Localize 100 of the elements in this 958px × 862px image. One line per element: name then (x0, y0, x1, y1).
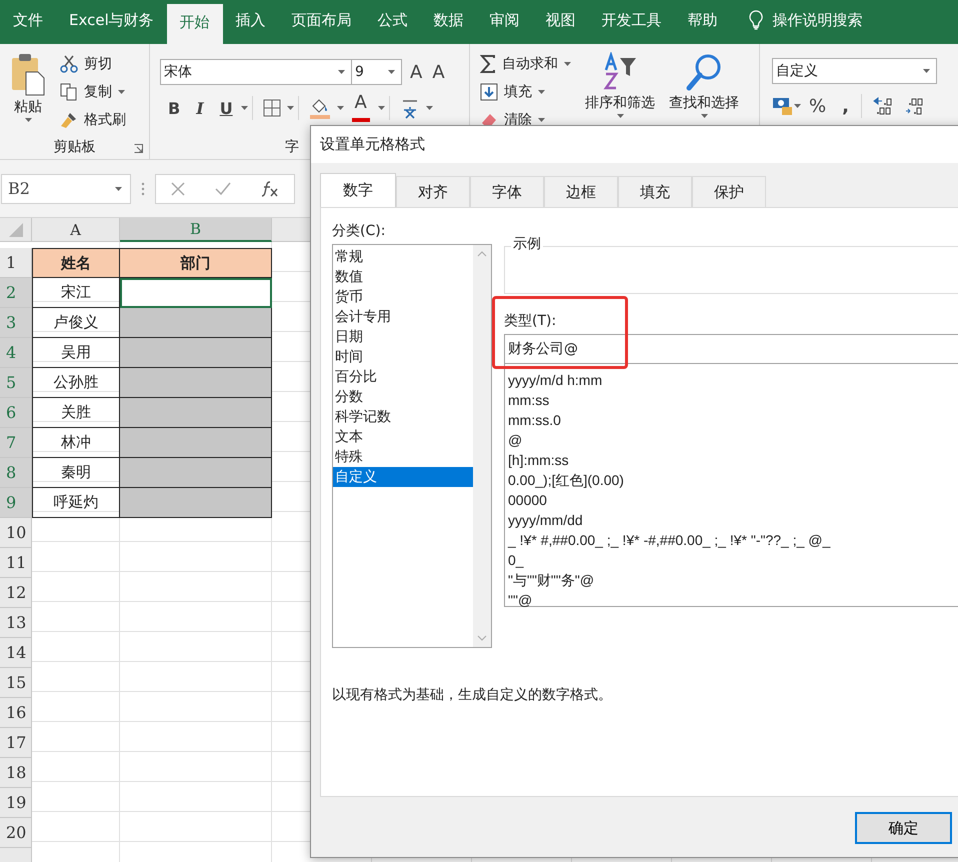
search-hint[interactable]: 操作说明搜索 (772, 10, 863, 30)
table-cell[interactable] (120, 398, 272, 428)
row-header[interactable]: 20 (0, 818, 32, 848)
category-item[interactable]: 特殊 (333, 447, 473, 467)
ribbon-tab[interactable]: Excel与财务 (56, 0, 167, 40)
increase-decimal-icon[interactable] (872, 96, 894, 116)
ribbon-tab[interactable]: 文件 (0, 0, 56, 40)
table-cell[interactable] (120, 338, 272, 368)
format-item[interactable]: yyyy/mm/dd (508, 510, 958, 530)
format-item[interactable]: yyyy/m/d h:mm (508, 370, 958, 390)
font-size-field[interactable]: 9 (352, 59, 402, 85)
fill-button[interactable]: 填充 (476, 78, 575, 106)
row-header[interactable]: 3 (0, 308, 32, 338)
clear-button[interactable]: 清除 (476, 106, 575, 134)
category-item[interactable]: 日期 (333, 327, 473, 347)
ribbon-tab[interactable]: 公式 (364, 0, 421, 40)
row-header[interactable]: 17 (0, 728, 32, 758)
sort-filter-button[interactable]: 排序和筛选 (581, 50, 659, 159)
category-item[interactable]: 科学记数 (333, 407, 473, 427)
row-header[interactable]: 4 (0, 338, 32, 368)
row-header[interactable]: 15 (0, 668, 32, 698)
autosum-button[interactable]: 自动求和 (476, 50, 575, 78)
format-item[interactable]: _ !¥* #,##0.00_ ;_ !¥* -#,##0.00_ ;_ !¥* "-"??_ ;_ @_ (508, 530, 958, 550)
table-cell[interactable] (120, 488, 272, 518)
row-header[interactable]: 18 (0, 758, 32, 788)
format-item[interactable]: 00000 (508, 490, 958, 510)
function-icon[interactable] (261, 180, 279, 196)
row-header[interactable]: 9 (0, 488, 32, 518)
category-item[interactable]: 货币 (333, 287, 473, 307)
number-format-field[interactable]: 自定义 (772, 58, 937, 84)
bold-button[interactable]: B (160, 94, 188, 122)
dialog-launcher-icon[interactable] (134, 144, 143, 153)
table-cell[interactable] (120, 458, 272, 488)
row-header[interactable]: 16 (0, 698, 32, 728)
dialog-tab[interactable]: 对齐 (396, 176, 470, 207)
column-header[interactable]: A (32, 218, 120, 242)
category-item[interactable]: 百分比 (333, 367, 473, 387)
row-header[interactable]: 8 (0, 458, 32, 488)
type-field[interactable]: 财务公司@ (504, 334, 958, 364)
ribbon-tab[interactable]: 开发工具 (588, 0, 675, 40)
find-select-button[interactable]: 查找和选择 (665, 50, 743, 159)
row-header[interactable]: 12 (0, 578, 32, 608)
format-item[interactable]: [h]:mm:ss (508, 450, 958, 470)
format-item[interactable]: ""@ (508, 590, 958, 610)
comma-button[interactable]: , (834, 92, 857, 120)
ribbon-tab[interactable]: 开始 (166, 4, 223, 44)
table-cell[interactable] (120, 428, 272, 458)
category-item[interactable]: 自定义 (333, 467, 473, 487)
font-name-field[interactable]: 宋体 (160, 59, 352, 85)
font-color-button[interactable]: A (344, 94, 378, 122)
table-cell[interactable] (120, 368, 272, 398)
category-item[interactable]: 常规 (333, 247, 473, 267)
category-item[interactable]: 文本 (333, 427, 473, 447)
ribbon-tab[interactable]: 视图 (532, 0, 589, 40)
column-header[interactable]: B (120, 218, 272, 242)
row-header[interactable]: 11 (0, 548, 32, 578)
borders-icon[interactable] (262, 99, 281, 117)
format-item[interactable]: mm:ss (508, 390, 958, 410)
row-header[interactable]: 5 (0, 368, 32, 398)
category-item[interactable]: 时间 (333, 347, 473, 367)
percent-button[interactable]: % (801, 92, 834, 120)
format-painter-button[interactable]: 格式刷 (56, 106, 130, 134)
row-header[interactable]: 1 (0, 248, 32, 278)
cut-button[interactable]: 剪切 (56, 50, 130, 78)
currency-icon[interactable] (772, 96, 794, 116)
ribbon-tab[interactable]: 插入 (222, 0, 279, 40)
row-header[interactable]: 2 (0, 278, 32, 308)
ribbon-tab[interactable]: 数据 (420, 0, 477, 40)
underline-button[interactable]: U (212, 94, 241, 122)
ribbon-tab[interactable]: 页面布局 (278, 0, 365, 40)
dialog-tab[interactable]: 字体 (470, 176, 544, 207)
active-cell[interactable] (120, 278, 272, 308)
ok-button[interactable]: 确定 (855, 812, 952, 844)
row-header[interactable]: 10 (0, 518, 32, 548)
format-item[interactable]: mm:ss.0 (508, 410, 958, 430)
fill-bucket-icon[interactable] (308, 97, 331, 119)
row-header[interactable]: 19 (0, 788, 32, 818)
dialog-tab[interactable]: 填充 (618, 176, 692, 207)
format-item[interactable]: @ (508, 430, 958, 450)
category-item[interactable]: 数值 (333, 267, 473, 287)
paste-button[interactable]: 粘贴 (6, 50, 50, 135)
dialog-tab[interactable]: 边框 (544, 176, 618, 207)
shrink-font-button[interactable]: A (430, 58, 447, 86)
grow-font-button[interactable]: A (402, 58, 430, 86)
category-item[interactable]: 会计专用 (333, 307, 473, 327)
ribbon-tab[interactable]: 帮助 (674, 0, 731, 40)
format-item[interactable]: 0_ (508, 550, 958, 570)
row-header[interactable]: 14 (0, 638, 32, 668)
copy-button[interactable]: 复制 (56, 78, 130, 106)
dialog-tab[interactable]: 保护 (692, 176, 766, 207)
ribbon-tab[interactable]: 审阅 (476, 0, 533, 40)
italic-button[interactable]: I (188, 94, 212, 122)
format-item[interactable]: "与""财""务"@ (508, 570, 958, 590)
row-header[interactable]: 13 (0, 608, 32, 638)
row-header[interactable]: 7 (0, 428, 32, 458)
category-item[interactable]: 分数 (333, 387, 473, 407)
check-icon[interactable] (215, 182, 231, 196)
name-box[interactable]: B2 (1, 174, 131, 204)
table-cell[interactable] (120, 308, 272, 338)
format-item[interactable]: 0.00_);[红色](0.00) (508, 470, 958, 490)
